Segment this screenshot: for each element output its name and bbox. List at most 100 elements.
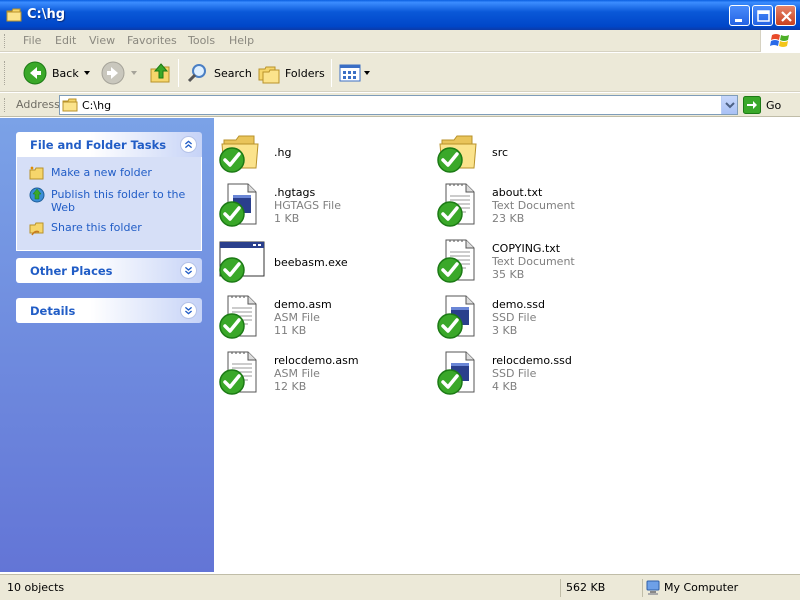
file-item[interactable]: demo.asm ASM File 11 KB xyxy=(218,292,428,344)
address-bar: Address C:\hg Go xyxy=(0,93,800,117)
file-text: .hg xyxy=(274,146,291,159)
file-name: src xyxy=(492,146,509,159)
file-name: .hg xyxy=(274,146,292,159)
file-text: relocdemo.ssd SSD File 4 KB xyxy=(492,354,572,393)
task-label[interactable]: Publish this folder to the Web xyxy=(51,187,186,214)
task-label[interactable]: Share this folder xyxy=(51,220,142,234)
menu-file[interactable]: File xyxy=(23,34,41,47)
file-list-view[interactable]: .hg src .hgtags HGTAGS File 1 KB about.txt Tex… xyxy=(214,118,800,572)
views-button[interactable] xyxy=(338,59,372,87)
folders-button[interactable]: Folders xyxy=(257,59,325,87)
file-item[interactable]: relocdemo.ssd SSD File 4 KB xyxy=(436,348,646,400)
file-text: src xyxy=(492,146,508,159)
application-icon xyxy=(219,241,265,283)
file-name: about.txt xyxy=(492,186,543,199)
menu-edit[interactable]: Edit xyxy=(55,34,76,47)
file-text: beebasm.exe xyxy=(274,256,348,269)
go-arrow-icon xyxy=(743,96,761,114)
file-text: relocdemo.asm ASM File 12 KB xyxy=(274,354,359,393)
menu-favorites[interactable]: Favorites xyxy=(127,34,177,47)
file-size: 35 KB xyxy=(492,268,525,281)
address-input[interactable]: C:\hg xyxy=(59,95,738,115)
up-folder-button[interactable] xyxy=(149,59,173,87)
panel-header[interactable]: Other Places xyxy=(16,258,202,283)
file-item[interactable]: beebasm.exe xyxy=(218,236,428,288)
version-control-check-icon xyxy=(437,369,463,395)
panel-body: Make a new folder Publish this folder to… xyxy=(16,157,202,251)
file-folder-tasks-panel: File and Folder Tasks Make a new folder … xyxy=(16,132,202,251)
chevron-down-icon xyxy=(725,102,735,109)
status-bar: 10 objects 562 KB My Computer xyxy=(0,574,800,600)
go-button[interactable]: Go xyxy=(743,96,781,114)
menu-tools[interactable]: Tools xyxy=(188,34,215,47)
menu-help[interactable]: Help xyxy=(229,34,254,47)
file-item[interactable]: relocdemo.asm ASM File 12 KB xyxy=(218,348,428,400)
file-size: 12 KB xyxy=(274,380,307,393)
file-text: demo.asm ASM File 11 KB xyxy=(274,298,332,337)
menu-view[interactable]: View xyxy=(89,34,115,47)
file-name: relocdemo.asm xyxy=(274,354,359,367)
file-item[interactable]: .hgtags HGTAGS File 1 KB xyxy=(218,180,428,232)
file-type: SSD File xyxy=(492,367,537,380)
chevron-down-icon[interactable] xyxy=(180,302,197,319)
address-dropdown-button[interactable] xyxy=(721,96,737,114)
panel-header[interactable]: File and Folder Tasks xyxy=(16,132,202,157)
toolbar-grip[interactable] xyxy=(4,61,7,85)
chevron-down-icon[interactable] xyxy=(126,68,140,78)
maximize-button[interactable] xyxy=(752,5,773,26)
file-size: 3 KB xyxy=(492,324,518,337)
file-item[interactable]: COPYING.txt Text Document 35 KB xyxy=(436,236,646,288)
file-size: 23 KB xyxy=(492,212,525,225)
file-name: relocdemo.ssd xyxy=(492,354,572,367)
address-value[interactable]: C:\hg xyxy=(82,99,111,112)
forward-button[interactable] xyxy=(100,59,140,87)
close-button[interactable] xyxy=(775,5,796,26)
chevron-down-icon[interactable] xyxy=(79,68,93,78)
file-item[interactable]: demo.ssd SSD File 3 KB xyxy=(436,292,646,344)
file-icon xyxy=(437,351,475,395)
maximize-icon xyxy=(757,10,770,22)
back-arrow-icon xyxy=(23,61,47,85)
chevron-up-icon[interactable] xyxy=(180,136,197,153)
panel-title: Details xyxy=(30,304,76,318)
make-new-folder-task[interactable]: Make a new folder xyxy=(29,165,201,181)
file-item[interactable]: about.txt Text Document 23 KB xyxy=(436,180,646,232)
task-pane: File and Folder Tasks Make a new folder … xyxy=(0,118,214,572)
file-name: beebasm.exe xyxy=(274,256,348,269)
text-document-icon xyxy=(219,295,257,339)
chevron-down-icon[interactable] xyxy=(180,262,197,279)
status-location: My Computer xyxy=(664,581,739,594)
file-item[interactable]: src xyxy=(436,126,646,178)
file-size: 1 KB xyxy=(274,212,300,225)
file-size: 4 KB xyxy=(492,380,518,393)
status-total-size: 562 KB xyxy=(566,581,606,594)
file-type: Text Document xyxy=(492,199,575,212)
file-icon xyxy=(219,183,257,227)
minimize-button[interactable] xyxy=(729,5,750,26)
file-item[interactable]: .hg xyxy=(218,126,428,178)
file-name: demo.ssd xyxy=(492,298,545,311)
back-button[interactable]: Back xyxy=(22,59,93,87)
status-divider xyxy=(560,579,561,597)
panel-header[interactable]: Details xyxy=(16,298,202,323)
views-icon xyxy=(339,64,361,82)
toolbar-grip[interactable] xyxy=(4,98,7,112)
text-document-icon xyxy=(437,239,475,283)
version-control-check-icon xyxy=(219,369,245,395)
title-bar[interactable]: C:\hg xyxy=(0,0,800,30)
version-control-check-icon xyxy=(219,201,245,227)
task-label[interactable]: Make a new folder xyxy=(51,165,152,179)
folders-icon xyxy=(258,66,280,84)
panel-title: Other Places xyxy=(30,264,113,278)
share-folder-task[interactable]: Share this folder xyxy=(29,220,201,236)
back-label: Back xyxy=(52,66,79,80)
search-icon xyxy=(187,64,206,83)
publish-folder-task[interactable]: Publish this folder to the Web xyxy=(29,187,201,214)
file-type: SSD File xyxy=(492,311,537,324)
search-button[interactable]: Search xyxy=(186,59,252,87)
chevron-down-icon[interactable] xyxy=(362,68,372,78)
publish-web-icon xyxy=(29,187,45,203)
other-places-panel: Other Places xyxy=(16,258,202,283)
file-size: 11 KB xyxy=(274,324,307,337)
toolbar-grip[interactable] xyxy=(4,34,7,48)
